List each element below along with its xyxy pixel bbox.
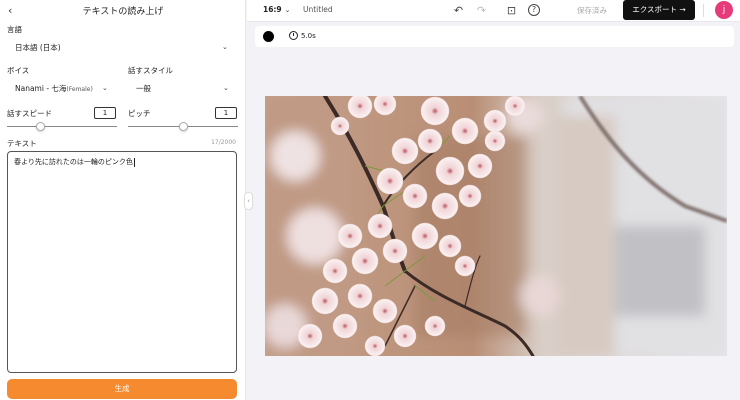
canvas-image[interactable] [265,96,727,356]
aspect-ratio-value: 16:9 [263,5,282,14]
text-input-value: 春より先に訪れたのは一輪のピンク色 [14,158,133,166]
app: ‹ テキストの読み上げ 言語 日本語 (日本) ⌄ ボイス Nanami - 七… [0,0,740,400]
capture-icon: ⊡ [506,4,517,17]
voice-name: Nanami - 七海 [15,83,67,93]
screenshot-button[interactable]: ⊡ [505,4,518,17]
panel-title: テキストの読み上げ [82,7,164,17]
style-value: 一般 [136,83,151,93]
speed-slider-handle[interactable] [35,122,45,131]
text-input[interactable]: 春より先に訪れたのは一輪のピンク色 [7,151,237,373]
speed-slider[interactable] [7,126,117,127]
clock-icon [289,31,298,40]
undo-icon: ↶ [453,4,464,17]
generate-button[interactable]: 生成 [7,379,237,399]
chevron-down-icon: ⌄ [102,83,108,92]
redo-icon: ↷ [476,4,487,17]
style-label: 話すスタイル [128,66,173,75]
text-label: テキスト [7,139,37,148]
scene-toolbar: 5.0s [255,26,734,47]
language-label: 言語 [7,25,22,34]
char-counter: 17/2000 [211,139,236,146]
chevron-down-icon: ⌄ [223,83,229,92]
chevron-down-icon: ⌄ [284,6,291,14]
pitch-input[interactable]: 1 [215,107,237,119]
undo-button[interactable]: ↶ [452,4,465,17]
duration-control[interactable]: 5.0s [289,31,316,40]
export-button[interactable]: エクスポート → [623,0,695,20]
collapse-panel-button[interactable]: ‹ [244,192,253,210]
tts-panel: ‹ テキストの読み上げ 言語 日本語 (日本) ⌄ ボイス Nanami - 七… [0,0,246,400]
avatar[interactable]: j [715,1,733,19]
save-status: 保存済み [577,6,607,15]
voice-select[interactable]: Nanami - 七海(Female) ⌄ [7,78,117,98]
text-caret [133,157,135,167]
redo-button[interactable]: ↷ [475,4,488,17]
speed-input[interactable]: 1 [94,107,116,119]
pitch-label: ピッチ [128,109,151,118]
language-select[interactable]: 日本語 (日本) ⌄ [7,37,237,57]
top-bar: 16:9 ⌄ Untitled ↶ ↷ ⊡ ? 保存済み エクスポート → j [247,0,740,22]
aspect-ratio-select[interactable]: 16:9 ⌄ [263,5,292,14]
document-title[interactable]: Untitled [303,5,333,14]
voice-label: ボイス [7,66,30,75]
help-icon: ? [531,5,537,14]
speed-label: 話すスピード [7,109,52,118]
divider [703,4,704,17]
help-button[interactable]: ? [528,4,540,16]
pitch-slider-handle[interactable] [178,122,188,131]
style-select[interactable]: 一般 ⌄ [128,78,238,98]
language-value: 日本語 (日本) [15,42,61,52]
chevron-left-icon: ‹ [247,197,250,205]
voice-gender: (Female) [66,85,93,93]
duration-value: 5.0s [301,31,316,40]
background-color-swatch[interactable] [263,31,274,42]
chevron-down-icon: ⌄ [222,42,228,51]
cherry-blossom-photo [265,96,727,356]
